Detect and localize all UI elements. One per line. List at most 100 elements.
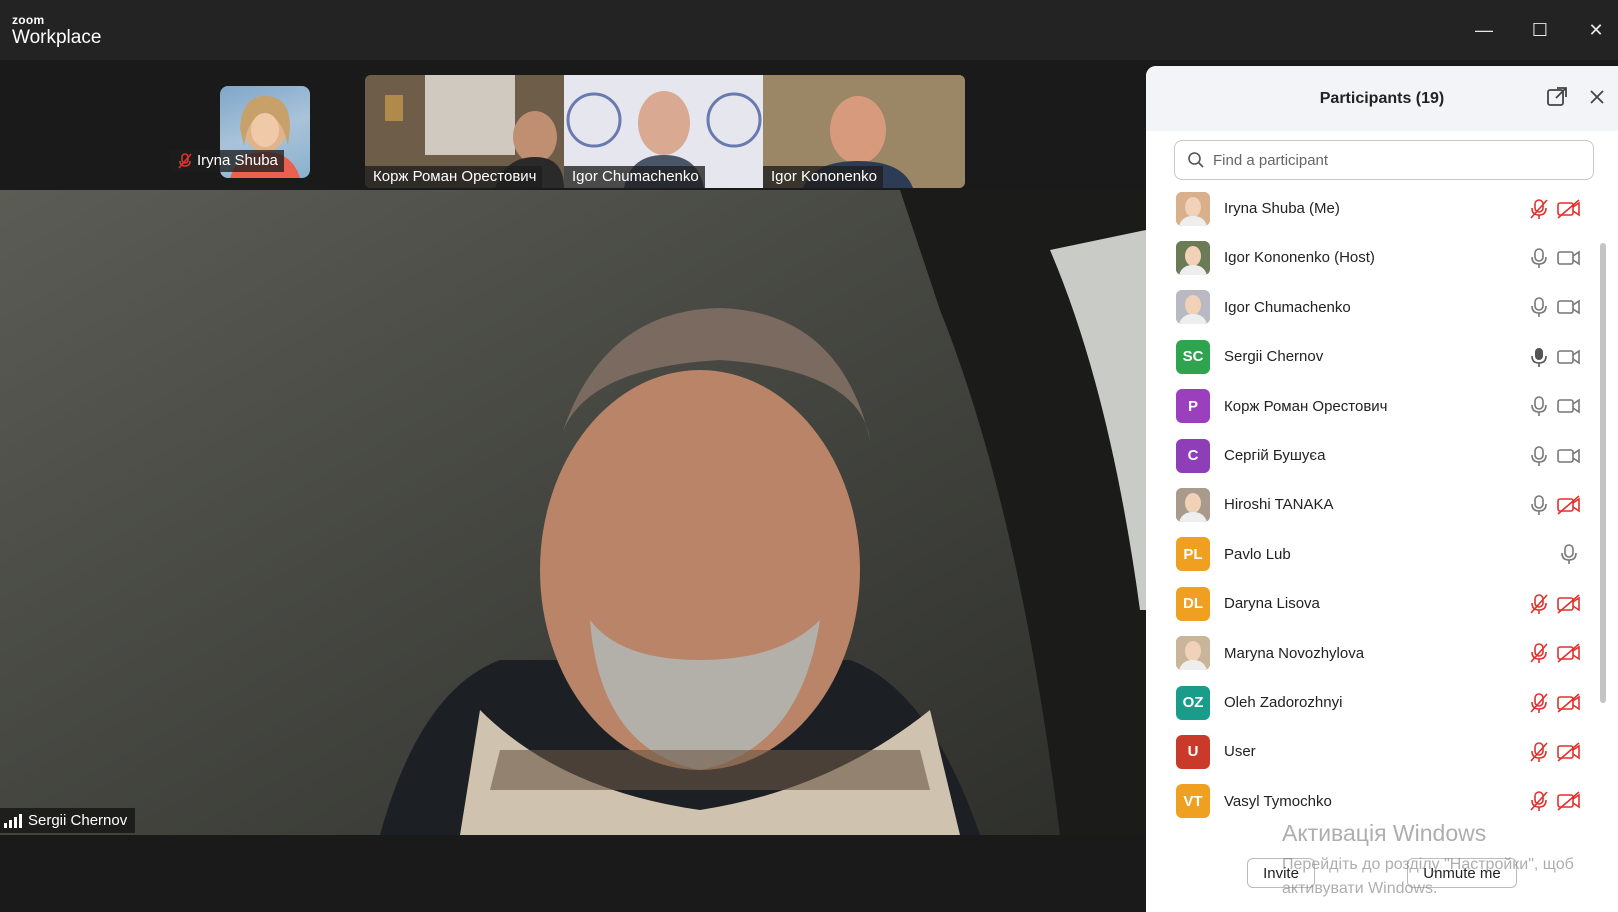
- participant-name: Daryna Lisova: [1224, 595, 1320, 613]
- self-video-thumbnail[interactable]: Iryna Shuba: [170, 86, 310, 186]
- participants-scrollbar[interactable]: [1600, 183, 1606, 843]
- thumbnail-chumachenko[interactable]: Igor Chumachenko: [564, 75, 763, 188]
- self-thumbnail-label: Iryna Shuba: [170, 150, 284, 172]
- participant-row[interactable]: PL Pavlo Lub: [1146, 529, 1594, 580]
- participant-initials: OZ: [1182, 694, 1204, 711]
- participant-name: User: [1224, 743, 1256, 761]
- app-logo: zoom Workplace: [12, 14, 101, 47]
- participants-list: Iryna Shuba (Me) Igor Kononenko (Host) Igo…: [1146, 183, 1594, 839]
- participant-search-box[interactable]: [1174, 140, 1594, 180]
- participant-row[interactable]: SC Sergii Chernov: [1146, 331, 1594, 382]
- participant-name: Hiroshi TANAKA: [1224, 496, 1334, 514]
- participant-row[interactable]: OZ Oleh Zadorozhnyi: [1146, 677, 1594, 728]
- participant-row[interactable]: Igor Chumachenko: [1146, 282, 1594, 333]
- unmute-me-button[interactable]: Unmute me: [1407, 858, 1517, 888]
- participant-avatar: [1176, 240, 1210, 275]
- title-bar: zoom Workplace — ☐ ✕: [0, 0, 1618, 60]
- thumbnail-strip: Корж Роман Орестович Igor Chumachenko Ig…: [365, 75, 965, 188]
- participant-avatar: OZ: [1176, 685, 1210, 720]
- mic-muted-icon[interactable]: [1529, 642, 1549, 664]
- participants-scrollbar-thumb[interactable]: [1600, 243, 1606, 703]
- camera-icon[interactable]: [1556, 296, 1582, 318]
- camera-off-icon[interactable]: [1556, 642, 1582, 664]
- active-speaker-name: Sergii Chernov: [28, 812, 128, 829]
- participant-initials: SC: [1182, 348, 1204, 366]
- mic-icon[interactable]: [1529, 247, 1549, 269]
- participant-name: Igor Kononenko (Host): [1224, 249, 1375, 267]
- participant-row[interactable]: U User: [1146, 726, 1594, 777]
- camera-icon[interactable]: [1556, 346, 1582, 368]
- mic-icon[interactable]: [1529, 346, 1549, 368]
- invite-button[interactable]: Invite: [1247, 858, 1315, 888]
- participant-name: Корж Роман Орестович: [1224, 397, 1388, 415]
- participant-name: Sergii Chernov: [1224, 348, 1324, 366]
- mic-muted-icon: [178, 152, 192, 169]
- participant-avatar: VT: [1176, 784, 1210, 819]
- participant-avatar: [1176, 191, 1210, 226]
- participant-name: Сергій Бушуєа: [1224, 447, 1326, 464]
- mic-muted-icon[interactable]: [1529, 593, 1549, 615]
- mic-muted-icon[interactable]: [1529, 790, 1549, 812]
- participant-initials: VT: [1183, 792, 1203, 810]
- mic-icon[interactable]: [1529, 296, 1549, 318]
- camera-icon[interactable]: [1556, 247, 1582, 269]
- participant-row[interactable]: P Корж Роман Орестович: [1146, 381, 1594, 432]
- active-speaker-label: Sergii Chernov: [0, 808, 136, 833]
- participant-row[interactable]: Igor Kononenko (Host): [1146, 232, 1594, 283]
- close-panel-icon[interactable]: [1586, 86, 1608, 108]
- active-speaker-image: [0, 190, 1146, 835]
- logo-zoom-text: zoom: [12, 13, 45, 27]
- participant-row[interactable]: Hiroshi TANAKA: [1146, 479, 1594, 530]
- active-speaker-video[interactable]: Sergii Chernov: [0, 190, 1146, 835]
- participant-name: Maryna Novozhylova: [1224, 644, 1365, 662]
- participant-name: Igor Chumachenko: [1224, 298, 1351, 316]
- camera-off-icon[interactable]: [1556, 692, 1582, 714]
- mic-icon[interactable]: [1529, 445, 1549, 467]
- mic-muted-icon[interactable]: [1529, 198, 1549, 220]
- participant-avatar: SC: [1176, 339, 1210, 374]
- mic-muted-icon[interactable]: [1529, 692, 1549, 714]
- connection-signal-icon: [4, 813, 22, 828]
- participant-initials: P: [1187, 397, 1198, 415]
- participant-name: Pavlo Lub: [1224, 545, 1291, 563]
- participant-initials: DL: [1183, 595, 1203, 613]
- self-thumbnail-name: Iryna Shuba: [197, 152, 278, 169]
- participant-avatar: DL: [1176, 586, 1210, 621]
- participant-avatar: [1176, 487, 1210, 522]
- participant-initials: C: [1187, 447, 1199, 464]
- pop-out-icon[interactable]: [1546, 86, 1568, 108]
- camera-icon[interactable]: [1556, 445, 1582, 467]
- participant-initials: U: [1187, 743, 1199, 761]
- participant-avatar: [1176, 636, 1210, 671]
- participant-avatar: [1176, 290, 1210, 325]
- camera-off-icon[interactable]: [1556, 593, 1582, 615]
- camera-off-icon[interactable]: [1556, 741, 1582, 763]
- camera-off-icon[interactable]: [1556, 494, 1582, 516]
- participant-name: Vasyl Tymochko: [1224, 792, 1332, 810]
- participant-row[interactable]: Maryna Novozhylova: [1146, 628, 1594, 679]
- close-window-button[interactable]: ✕: [1582, 16, 1610, 44]
- camera-off-icon[interactable]: [1556, 198, 1582, 220]
- thumbnail-chumachenko-label: Igor Chumachenko: [564, 166, 705, 188]
- participants-panel-header: Participants (19): [1146, 66, 1618, 131]
- participant-search-input[interactable]: [1213, 151, 1593, 169]
- mic-icon[interactable]: [1529, 494, 1549, 516]
- mic-icon[interactable]: [1559, 543, 1579, 565]
- participant-name: Iryna Shuba (Me): [1224, 200, 1340, 217]
- maximize-button[interactable]: ☐: [1526, 16, 1554, 44]
- thumbnail-korzh[interactable]: Корж Роман Орестович: [365, 75, 564, 188]
- mic-icon[interactable]: [1529, 395, 1549, 417]
- participant-row[interactable]: DL Daryna Lisova: [1146, 578, 1594, 629]
- participant-name: Oleh Zadorozhnyi: [1224, 694, 1343, 711]
- minimize-button[interactable]: —: [1470, 16, 1498, 44]
- logo-workplace-text: Workplace: [12, 27, 102, 48]
- camera-icon[interactable]: [1556, 395, 1582, 417]
- participant-row[interactable]: C Сергій Бушуєа: [1146, 430, 1594, 481]
- camera-off-icon[interactable]: [1556, 790, 1582, 812]
- participant-initials: PL: [1183, 545, 1203, 563]
- participant-row[interactable]: VT Vasyl Tymochko: [1146, 776, 1594, 827]
- participant-row[interactable]: Iryna Shuba (Me): [1146, 183, 1594, 234]
- thumbnail-kononenko[interactable]: Igor Kononenko: [763, 75, 965, 188]
- participants-panel: Participants (19) Iryna Shuba (Me) Igor K…: [1146, 66, 1618, 912]
- mic-muted-icon[interactable]: [1529, 741, 1549, 763]
